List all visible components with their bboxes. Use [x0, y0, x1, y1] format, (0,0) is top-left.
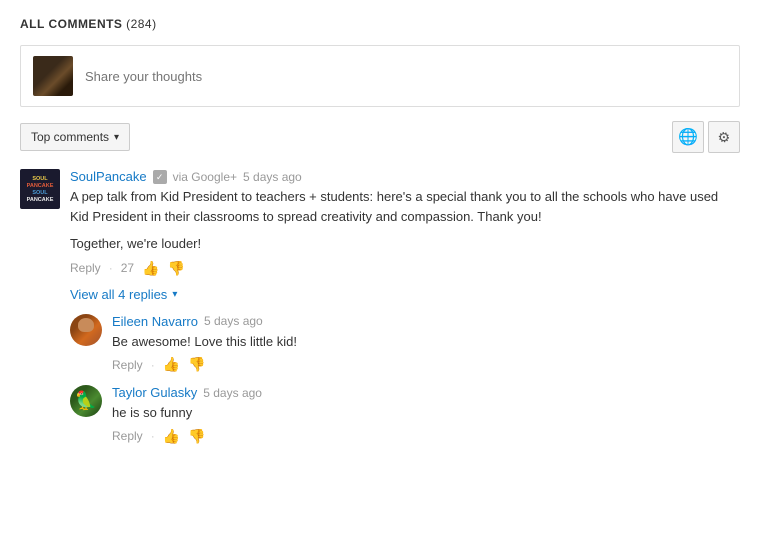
share-input[interactable]	[85, 69, 727, 84]
eileen-avatar	[70, 314, 102, 346]
chevron-down-icon: ▾	[172, 289, 177, 300]
reply-time: 5 days ago	[203, 386, 262, 400]
reply-meta: Eileen Navarro 5 days ago	[112, 314, 740, 329]
link-button[interactable]: ⚙	[708, 121, 740, 153]
reply-link[interactable]: Reply	[112, 358, 143, 372]
dot-sep: ·	[109, 261, 113, 275]
taylor-avatar	[70, 385, 102, 417]
comment-actions: Reply · 27 👍 👎	[70, 260, 740, 277]
reply-link[interactable]: Reply	[70, 261, 101, 275]
reply-time: 5 days ago	[204, 314, 263, 328]
reply-content: Eileen Navarro 5 days ago Be awesome! Lo…	[112, 314, 740, 374]
via-googleplus: via Google+	[173, 170, 237, 184]
reply-block: Eileen Navarro 5 days ago Be awesome! Lo…	[70, 314, 740, 374]
replies-section: Eileen Navarro 5 days ago Be awesome! Lo…	[70, 314, 740, 445]
sort-label: Top comments	[31, 130, 109, 144]
thumbs-down-icon[interactable]: 👎	[188, 428, 205, 445]
thumbs-up-icon[interactable]: 👍	[163, 356, 180, 373]
icon-group: 🌐 ⚙	[672, 121, 740, 153]
comment-block: SOUL PANCAKE SOUL PANCAKE SoulPancake ✓ …	[20, 169, 740, 277]
dot-sep: ·	[151, 429, 155, 443]
header-title: ALL COMMENTS	[20, 17, 122, 31]
vote-count: 27	[121, 261, 134, 275]
reply-meta: Taylor Gulasky 5 days ago	[112, 385, 740, 400]
globe-icon: 🌐	[678, 127, 698, 147]
reply-actions: Reply · 👍 👎	[112, 428, 740, 445]
header-count: (284)	[126, 17, 157, 31]
comment-text-1: A pep talk from Kid President to teacher…	[70, 187, 740, 226]
chevron-down-icon: ▾	[114, 132, 119, 143]
reply-block: Taylor Gulasky 5 days ago he is so funny…	[70, 385, 740, 445]
reply-author[interactable]: Taylor Gulasky	[112, 385, 197, 400]
soulpancake-avatar: SOUL PANCAKE SOUL PANCAKE	[20, 169, 60, 209]
view-replies-label: View all 4 replies	[70, 287, 167, 302]
comments-header: ALL COMMENTS (284)	[20, 16, 740, 31]
comment-text-2: Together, we're louder!	[70, 234, 740, 254]
dot-sep: ·	[151, 358, 155, 372]
comment-meta: SoulPancake ✓ via Google+ 5 days ago	[70, 169, 740, 184]
reply-content: Taylor Gulasky 5 days ago he is so funny…	[112, 385, 740, 445]
comment-time: 5 days ago	[243, 170, 302, 184]
sort-button[interactable]: Top comments ▾	[20, 123, 130, 151]
reply-author[interactable]: Eileen Navarro	[112, 314, 198, 329]
current-user-avatar	[33, 56, 73, 96]
reply-text: Be awesome! Love this little kid!	[112, 332, 740, 352]
thumbs-down-icon[interactable]: 👎	[167, 260, 184, 277]
view-replies-button[interactable]: View all 4 replies ▾	[70, 287, 740, 302]
reply-link[interactable]: Reply	[112, 429, 143, 443]
controls-row: Top comments ▾ 🌐 ⚙	[20, 121, 740, 153]
reply-actions: Reply · 👍 👎	[112, 356, 740, 373]
link-icon: ⚙	[714, 127, 735, 148]
share-row	[20, 45, 740, 107]
reply-text: he is so funny	[112, 403, 740, 423]
thumbs-down-icon[interactable]: 👎	[188, 356, 205, 373]
globe-button[interactable]: 🌐	[672, 121, 704, 153]
comment-author[interactable]: SoulPancake	[70, 169, 147, 184]
verified-badge: ✓	[153, 170, 167, 184]
thumbs-up-icon[interactable]: 👍	[142, 260, 159, 277]
comment-content: SoulPancake ✓ via Google+ 5 days ago A p…	[70, 169, 740, 277]
thumbs-up-icon[interactable]: 👍	[163, 428, 180, 445]
